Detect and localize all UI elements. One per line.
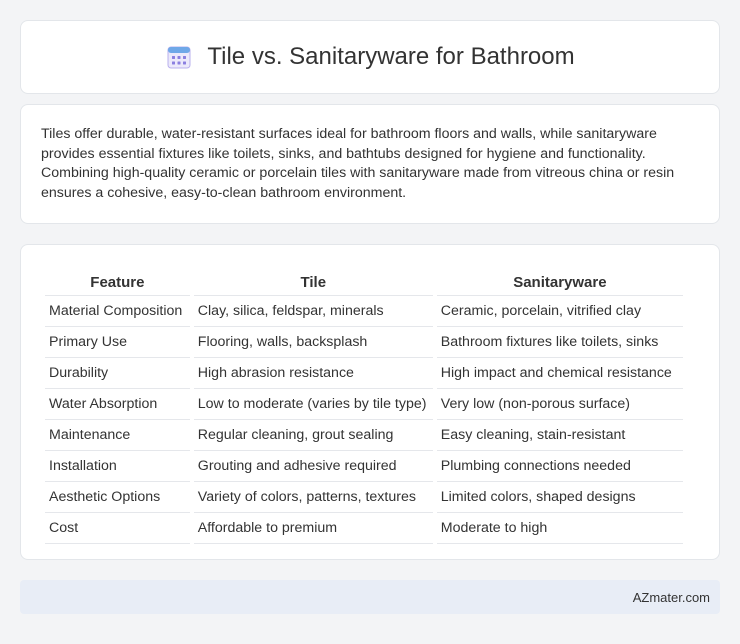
sanitaryware-cell: Plumbing connections needed <box>436 451 683 482</box>
footer-brand: AZmater.com <box>632 589 710 605</box>
title-card: Tile vs. Sanitaryware for Bathroom <box>20 20 720 94</box>
table-row: Material Composition Clay, silica, feldsp… <box>45 296 683 327</box>
table-header-row: Feature Tile Sanitaryware <box>45 265 683 296</box>
feature-cell: Cost <box>45 513 190 544</box>
sanitaryware-cell: Bathroom fixtures like toilets, sinks <box>436 327 683 358</box>
tile-cell: High abrasion resistance <box>193 358 433 389</box>
feature-cell: Installation <box>45 451 190 482</box>
comparison-table: Feature Tile Sanitaryware Material Compo… <box>41 265 687 544</box>
tile-cell: Regular cleaning, grout sealing <box>193 420 433 451</box>
table-row: Primary Use Flooring, walls, backsplash Ba… <box>45 327 683 358</box>
page-title: Tile vs. Sanitaryware for Bathroom <box>207 43 575 70</box>
table-row: Installation Grouting and adhesive requir… <box>45 451 683 482</box>
sanitaryware-cell: Ceramic, porcelain, vitrified clay <box>436 296 683 327</box>
intro-paragraph: Tiles offer durable, water-resistant sur… <box>41 126 675 201</box>
tile-cell: Flooring, walls, backsplash <box>193 327 433 358</box>
comparison-card: Feature Tile Sanitaryware Material Compo… <box>20 244 720 560</box>
column-header-tile: Tile <box>193 265 433 296</box>
table-row: Durability High abrasion resistance High i… <box>45 358 683 389</box>
feature-cell: Aesthetic Options <box>45 482 190 513</box>
sanitaryware-cell: Moderate to high <box>436 513 683 544</box>
tile-cell: Low to moderate (varies by tile type) <box>193 389 433 420</box>
title-wrap: Tile vs. Sanitaryware for Bathroom <box>165 43 575 71</box>
table-row: Water Absorption Low to moderate (varies … <box>45 389 683 420</box>
sanitaryware-cell: Very low (non-porous surface) <box>436 389 683 420</box>
sanitaryware-cell: Easy cleaning, stain-resistant <box>436 420 683 451</box>
tile-cell: Affordable to premium <box>193 513 433 544</box>
intro-card: Tiles offer durable, water-resistant sur… <box>20 104 720 224</box>
feature-cell: Primary Use <box>45 327 190 358</box>
footer: AZmater.com <box>20 580 720 614</box>
calendar-icon <box>167 46 191 69</box>
tile-cell: Grouting and adhesive required <box>193 451 433 482</box>
sanitaryware-cell: Limited colors, shaped designs <box>436 482 683 513</box>
tile-cell: Clay, silica, feldspar, minerals <box>193 296 433 327</box>
table-row: Cost Affordable to premium Moderate to hig… <box>45 513 683 544</box>
feature-cell: Durability <box>45 358 190 389</box>
sanitaryware-cell: High impact and chemical resistance <box>436 358 683 389</box>
table-row: Maintenance Regular cleaning, grout seali… <box>45 420 683 451</box>
feature-cell: Maintenance <box>45 420 190 451</box>
table-row: Aesthetic Options Variety of colors, patt… <box>45 482 683 513</box>
column-header-sanitaryware: Sanitaryware <box>436 265 683 296</box>
column-header-feature: Feature <box>45 265 190 296</box>
tile-cell: Variety of colors, patterns, textures <box>193 482 433 513</box>
feature-cell: Material Composition <box>45 296 190 327</box>
feature-cell: Water Absorption <box>45 389 190 420</box>
